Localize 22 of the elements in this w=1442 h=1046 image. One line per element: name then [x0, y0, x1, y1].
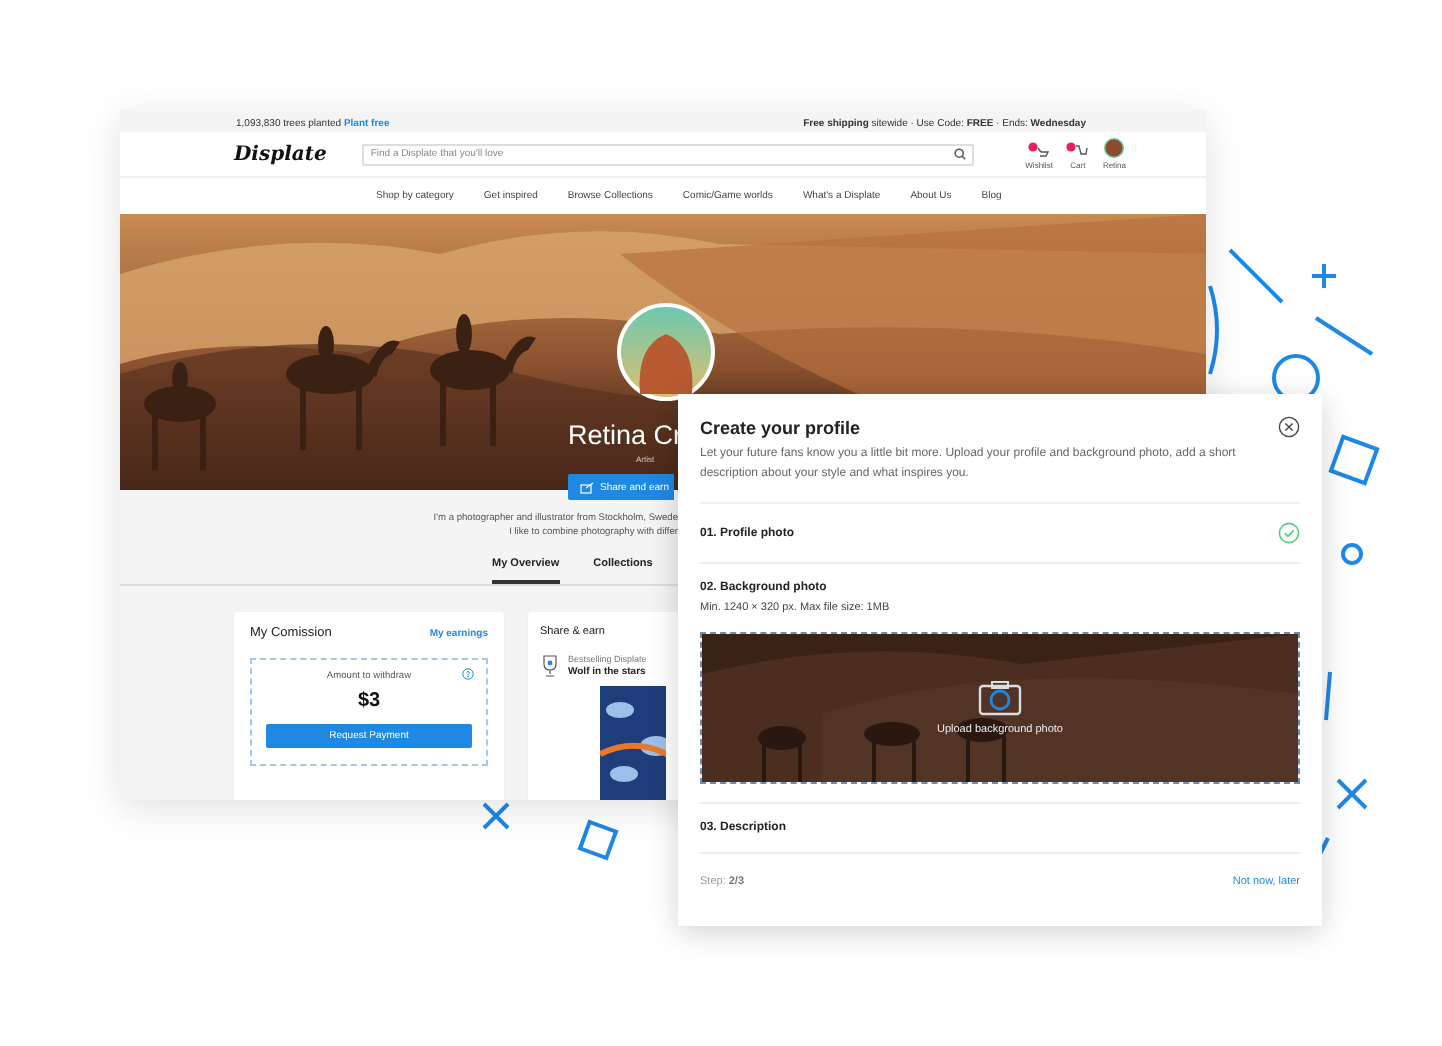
trophy-icon	[540, 654, 560, 678]
wishlist-icon	[1028, 142, 1051, 158]
site-logo[interactable]: Displate	[234, 143, 327, 165]
share-icon	[580, 481, 594, 493]
modal-title: Create your profile	[700, 417, 861, 437]
cross-shape	[480, 800, 512, 832]
search-icon[interactable]	[953, 148, 966, 160]
circle-shape	[1340, 542, 1364, 566]
amount-value: $3	[357, 690, 381, 712]
cart-icon	[1066, 142, 1089, 158]
plus-shape	[1310, 262, 1338, 290]
artwork-image[interactable]	[600, 686, 666, 800]
avatar-icon	[1104, 138, 1125, 158]
line-shape	[1314, 316, 1374, 356]
arc-shape	[1208, 284, 1220, 376]
close-icon[interactable]	[1278, 416, 1300, 438]
cross-shape	[1334, 776, 1370, 812]
help-icon[interactable]	[462, 668, 474, 680]
line-shape	[1228, 248, 1284, 304]
line-shape	[1322, 670, 1334, 722]
profile-avatar[interactable]	[616, 302, 716, 402]
camera-icon	[978, 680, 1022, 716]
